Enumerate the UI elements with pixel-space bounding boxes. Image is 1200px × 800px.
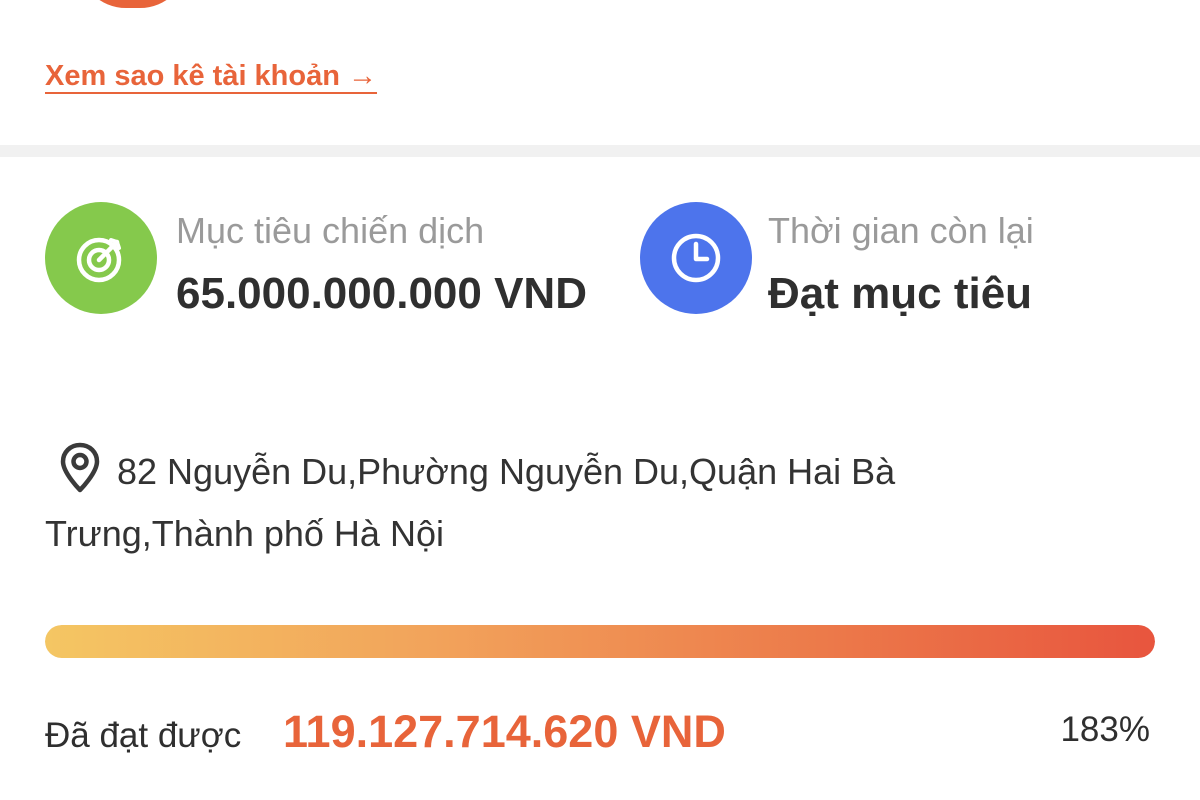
- progress-percent: 183%: [1060, 710, 1150, 749]
- time-remaining-label: Thời gian còn lại: [768, 210, 1034, 251]
- raised-amount: 119.127.714.620 VND: [283, 706, 726, 757]
- campaign-avatar: [78, 0, 188, 8]
- raised-label: Đã đạt được: [45, 716, 242, 755]
- goal-label: Mục tiêu chiến dịch: [176, 210, 485, 251]
- location-address: 82 Nguyễn Du,Phường Nguyễn Du,Quận Hai B…: [45, 451, 896, 554]
- location-pin-icon: [53, 440, 107, 494]
- view-statement-link[interactable]: Xem sao kê tài khoản →: [45, 60, 377, 93]
- section-divider: [0, 145, 1200, 157]
- goal-value: 65.000.000.000 VND: [176, 269, 587, 318]
- progress-bar-fill: [45, 625, 1155, 658]
- clock-icon: [640, 202, 752, 314]
- time-remaining-value: Đạt mục tiêu: [768, 269, 1033, 318]
- target-icon: [45, 202, 157, 314]
- progress-bar: [45, 625, 1155, 658]
- campaign-location: 82 Nguyễn Du,Phường Nguyễn Du,Quận Hai B…: [45, 440, 1045, 565]
